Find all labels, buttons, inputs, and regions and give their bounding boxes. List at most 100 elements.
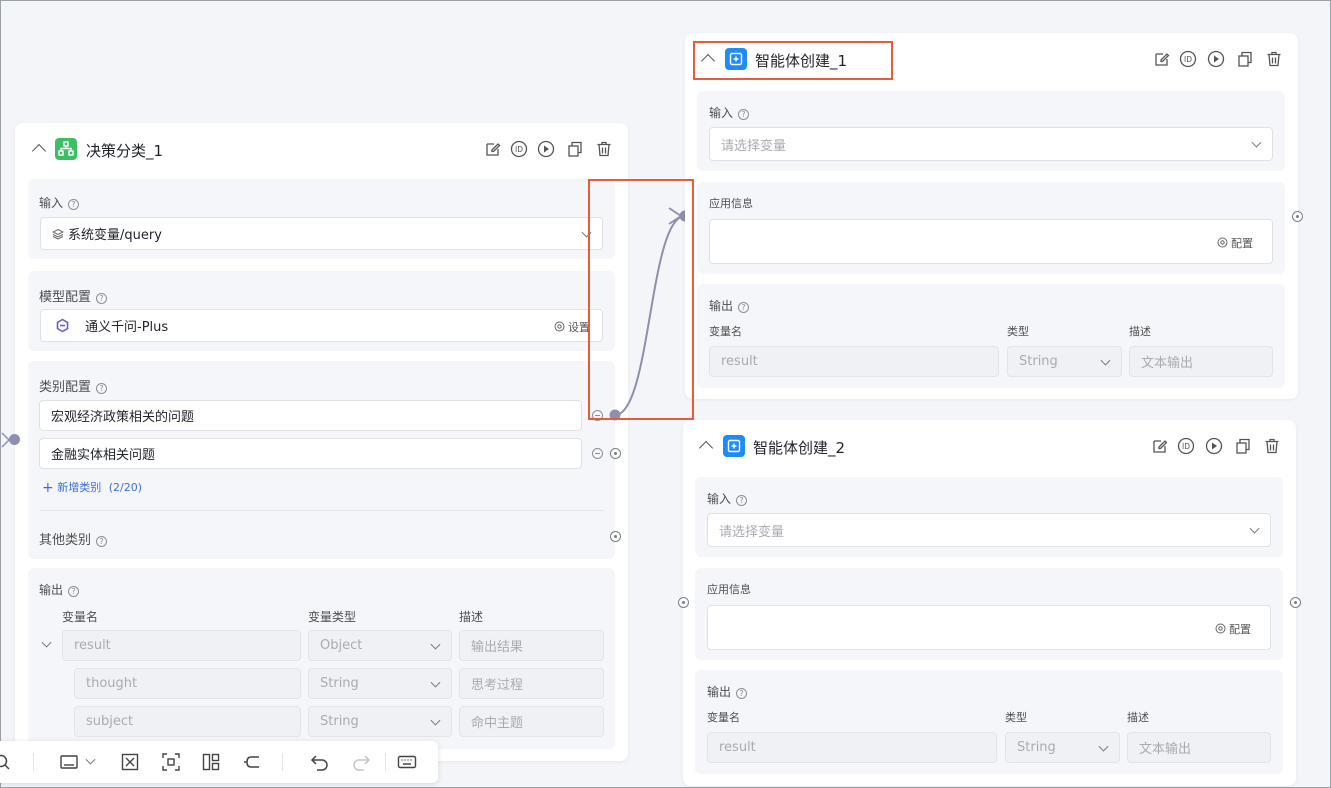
fit-view-icon[interactable] [59,752,79,772]
input-select[interactable]: 请选择变量 [707,513,1271,547]
col-desc-header: 描述 [1129,325,1151,338]
output-desc-field: 命中主题 [459,706,604,737]
toolbar-divider [385,753,386,771]
edit-icon[interactable] [1153,50,1171,68]
node-header: 智能体创建_2 ID [683,420,1296,472]
zoom-fit-icon[interactable] [120,752,140,772]
toolbar-divider [282,753,283,771]
output-type-select: Object [308,630,452,661]
highlight-box-title [693,41,893,80]
category-input-2[interactable]: 金融实体相关问题 [39,438,582,469]
delete-icon[interactable] [1263,437,1281,455]
chevron-down-icon [1100,355,1111,366]
layers-icon [52,228,64,240]
output-name-field: result [707,732,997,763]
run-icon[interactable] [1207,50,1225,68]
copy-icon[interactable] [566,140,584,158]
output-section: 输出? 变量名 变量类型 描述 result Object 输出结果 thoug… [28,568,615,749]
col-type-header: 类型 [1007,325,1029,338]
agent-node-2[interactable]: 智能体创建_2 ID 输入? 请选择变量 应用信息 配置 输出? 变量名 类型 … [683,420,1296,786]
app-info-section: 应用信息 配置 [697,182,1285,274]
col-type-header: 类型 [1005,711,1027,724]
help-icon: ? [96,383,108,394]
delete-icon[interactable] [1265,50,1283,68]
app-info-box[interactable]: 配置 [709,219,1273,264]
canvas-toolbar [0,741,438,783]
help-icon: ? [736,495,748,506]
output-port-agent-2[interactable] [1290,597,1301,608]
help-icon: ? [738,302,750,313]
app-info-box[interactable]: 配置 [707,605,1271,650]
agent-node-1[interactable]: 智能体创建_1 ID 输入? 请选择变量 应用信息 配置 输出? 变量名 类型 … [685,33,1298,399]
config-button[interactable]: 配置 [1215,621,1251,637]
redo-icon[interactable] [351,752,371,772]
model-select[interactable]: 通义千问-Plus 设置 [40,309,603,342]
output-name-field: result [709,346,999,377]
output-name-field: thought [74,668,301,699]
collapse-chevron-icon[interactable] [31,143,47,159]
search-icon[interactable] [0,752,15,772]
collapse-chevron-icon[interactable] [698,440,714,456]
delete-icon[interactable] [595,140,613,158]
undo-icon[interactable] [310,752,330,772]
select-icon[interactable] [161,752,181,772]
chevron-down-icon [1098,741,1109,752]
help-icon: ? [96,293,108,304]
copy-icon[interactable] [1234,437,1252,455]
branch-icon[interactable] [242,752,262,772]
input-select[interactable]: 系统变量/query [40,217,603,250]
output-port-other[interactable] [610,531,621,542]
run-icon[interactable] [537,140,555,158]
input-select[interactable]: 请选择变量 [709,127,1273,161]
gear-icon [1217,237,1228,248]
output-label: 输出? [39,581,80,598]
add-category-button[interactable]: + 新增类别 (2/20) [42,479,142,496]
gear-icon [1215,623,1226,634]
keyboard-icon[interactable] [397,752,417,772]
output-port-category-2[interactable] [610,448,621,459]
output-desc-field: 文本输出 [1127,732,1271,763]
output-type-select: String [308,668,452,699]
decision-node[interactable]: 决策分类_1 ID 输入? 系统变量/query 模型配置? 通义千问-Plus… [15,123,628,761]
col-desc-header: 描述 [459,610,484,624]
svg-text:ID: ID [1184,55,1192,64]
svg-text:ID: ID [1182,442,1190,451]
col-name-header: 变量名 [709,325,742,338]
edit-icon[interactable] [1151,437,1169,455]
input-port-agent-2[interactable] [678,597,689,608]
expand-chevron-icon[interactable] [41,637,52,648]
run-icon[interactable] [1205,437,1223,455]
output-desc-field: 输出结果 [459,630,604,661]
id-icon[interactable]: ID [1177,437,1195,455]
chevron-down-icon [1249,523,1260,534]
node-title: 智能体创建_2 [753,439,846,457]
col-type-header: 变量类型 [308,610,357,624]
help-icon: ? [96,536,108,547]
layout-icon[interactable] [201,752,221,772]
edit-icon[interactable] [484,140,502,158]
category-input-1[interactable]: 宏观经济政策相关的问题 [39,400,582,431]
chevron-down-icon [430,639,441,650]
output-type-select: String [308,706,452,737]
id-icon[interactable]: ID [510,140,528,158]
copy-icon[interactable] [1236,50,1254,68]
chevron-down-icon[interactable] [85,754,96,765]
config-button[interactable]: 配置 [1217,235,1253,251]
decision-icon [55,138,77,160]
model-logo-icon [56,318,69,333]
app-info-label: 应用信息 [707,583,751,596]
highlight-box-edge [588,179,694,420]
output-port-agent-1[interactable] [1292,211,1303,222]
help-icon: ? [736,688,748,699]
input-section: 输入? 请选择变量 [697,91,1285,171]
app-info-label: 应用信息 [709,197,753,210]
category-label: 类别配置? [39,376,108,395]
id-icon[interactable]: ID [1179,50,1197,68]
category-section: 类别配置? 宏观经济政策相关的问题 金融实体相关问题 + 新增类别 (2/20)… [28,361,615,559]
output-desc-field: 文本输出 [1129,346,1273,377]
output-section: 输出? 变量名 类型 描述 result String 文本输出 [695,670,1283,774]
remove-category-icon[interactable] [592,448,603,459]
gear-icon [554,321,565,332]
model-settings-button[interactable]: 设置 [554,319,590,335]
other-category-label: 其他类别? [39,529,108,548]
